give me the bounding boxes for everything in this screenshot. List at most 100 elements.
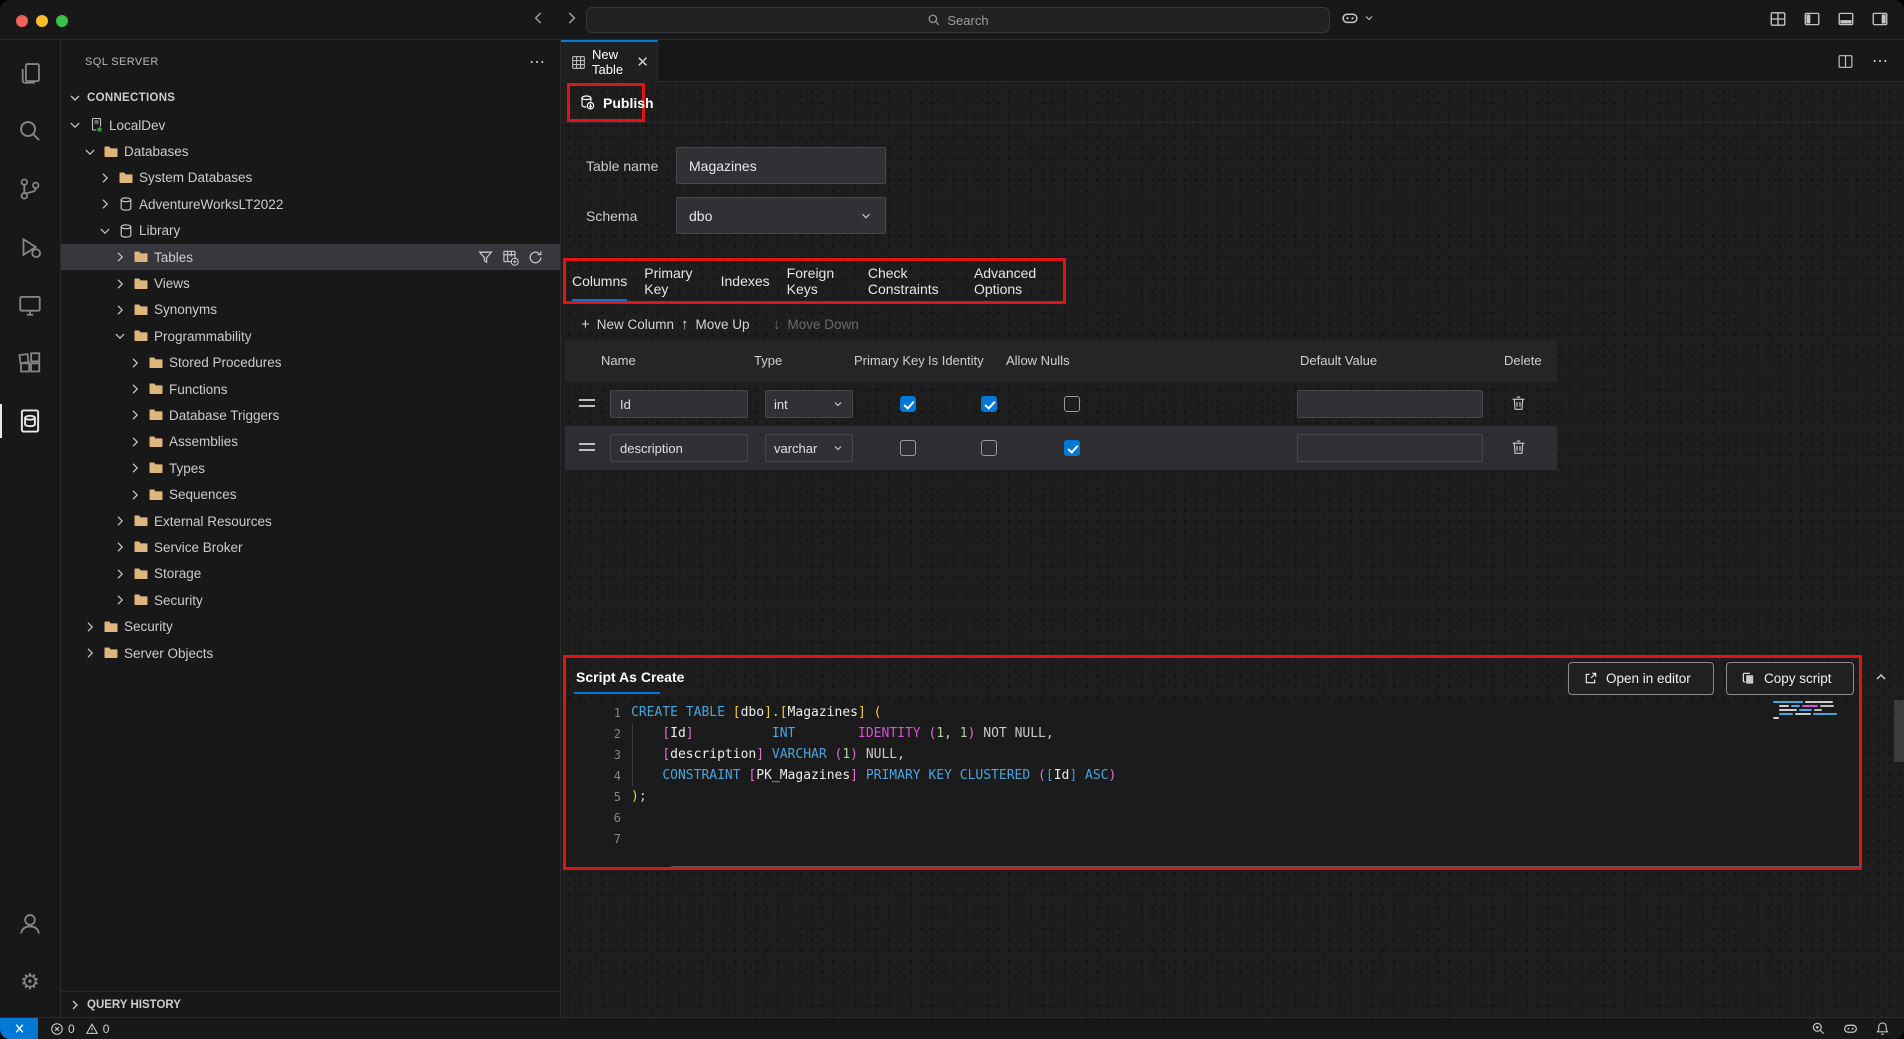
navigate-back-icon[interactable] bbox=[530, 9, 548, 27]
chevron-right-icon[interactable] bbox=[112, 249, 128, 265]
chevron-right-icon[interactable] bbox=[127, 381, 143, 397]
allow-nulls-checkbox[interactable] bbox=[1064, 440, 1080, 456]
new-table-icon[interactable] bbox=[502, 249, 519, 266]
sidebar-item-localdev[interactable]: LocalDev bbox=[61, 112, 560, 138]
chevron-right-icon[interactable] bbox=[97, 196, 113, 212]
move-down-button[interactable]: ↓Move Down bbox=[773, 316, 859, 333]
primary-key-checkbox[interactable] bbox=[900, 440, 916, 456]
new-column-button[interactable]: +New Column bbox=[581, 316, 674, 333]
is-identity-checkbox[interactable] bbox=[981, 396, 997, 412]
sidebar-item-service-broker[interactable]: Service Broker bbox=[61, 534, 560, 560]
chevron-right-icon[interactable] bbox=[112, 513, 128, 529]
sidebar-item-programmability[interactable]: Programmability bbox=[61, 323, 560, 349]
sidebar-item-databases[interactable]: Databases bbox=[61, 138, 560, 164]
open-in-editor-button[interactable]: Open in editor bbox=[1568, 662, 1714, 695]
more-actions-icon[interactable]: ⋯ bbox=[1872, 51, 1888, 71]
close-icon[interactable]: ✕ bbox=[636, 53, 649, 71]
column-name-input[interactable] bbox=[610, 390, 748, 418]
chevron-right-icon[interactable] bbox=[112, 276, 128, 292]
files-icon[interactable] bbox=[0, 44, 61, 102]
tab-new-table[interactable]: New Table ✕ bbox=[561, 40, 658, 82]
schema-dropdown[interactable]: dbo bbox=[676, 197, 886, 234]
minimap[interactable] bbox=[1773, 701, 1853, 721]
chevron-right-icon[interactable] bbox=[82, 619, 98, 635]
default-value-input[interactable] bbox=[1297, 390, 1483, 418]
editor-scrollbar[interactable] bbox=[1894, 700, 1904, 762]
chevron-right-icon[interactable] bbox=[127, 487, 143, 503]
sql-script-code[interactable]: 1CREATE TABLE [dbo].[Magazines] (2 [Id] … bbox=[566, 702, 1845, 849]
delete-row-icon[interactable] bbox=[1510, 439, 1527, 456]
chevron-right-icon[interactable] bbox=[82, 645, 98, 661]
query-history-section-header[interactable]: QUERY HISTORY bbox=[61, 991, 560, 1017]
sidebar-item-assemblies[interactable]: Assemblies bbox=[61, 429, 560, 455]
toggle-panel-icon[interactable] bbox=[1836, 9, 1856, 29]
tab-indexes[interactable]: Indexes bbox=[721, 261, 770, 301]
minimize-window-button[interactable] bbox=[36, 15, 48, 27]
zoom-icon[interactable] bbox=[1811, 1021, 1826, 1036]
split-editor-icon[interactable] bbox=[1837, 53, 1854, 70]
sidebar-item-types[interactable]: Types bbox=[61, 455, 560, 481]
chevron-right-icon[interactable] bbox=[127, 434, 143, 450]
drag-handle-icon[interactable] bbox=[579, 443, 595, 455]
column-name-input[interactable] bbox=[610, 434, 748, 462]
column-type-dropdown[interactable]: int bbox=[765, 390, 853, 418]
chevron-right-icon[interactable] bbox=[112, 539, 128, 555]
toggle-primary-sidebar-icon[interactable] bbox=[1802, 9, 1822, 29]
sql-server-icon[interactable] bbox=[0, 392, 61, 450]
column-type-dropdown[interactable]: varchar bbox=[765, 434, 853, 462]
code-line[interactable]: 2 [Id] INT IDENTITY (1, 1) NOT NULL, bbox=[566, 723, 1845, 744]
sidebar-item-tables[interactable]: Tables bbox=[61, 244, 560, 270]
primary-key-checkbox[interactable] bbox=[900, 396, 916, 412]
remote-indicator[interactable] bbox=[0, 1018, 38, 1039]
run-debug-icon[interactable] bbox=[0, 218, 61, 276]
search-icon[interactable] bbox=[0, 102, 61, 160]
connections-section-header[interactable]: CONNECTIONS bbox=[61, 84, 560, 112]
extensions-icon[interactable] bbox=[0, 334, 61, 392]
settings-gear-icon[interactable]: ⚙ bbox=[0, 953, 61, 1011]
toggle-secondary-sidebar-icon[interactable] bbox=[1870, 9, 1890, 29]
refresh-icon[interactable] bbox=[527, 249, 544, 266]
copy-script-button[interactable]: Copy script bbox=[1726, 662, 1854, 695]
close-window-button[interactable] bbox=[16, 15, 28, 27]
filter-icon[interactable] bbox=[477, 249, 494, 266]
tab-foreign-keys[interactable]: Foreign Keys bbox=[787, 261, 851, 301]
chevron-down-icon[interactable] bbox=[67, 117, 83, 133]
more-actions-icon[interactable]: ⋯ bbox=[529, 52, 546, 72]
chevron-down-icon[interactable] bbox=[82, 144, 98, 160]
problems-indicator[interactable]: 0 0 bbox=[50, 1022, 109, 1036]
chevron-down-icon[interactable] bbox=[97, 223, 113, 239]
chevron-right-icon[interactable] bbox=[112, 302, 128, 318]
code-line[interactable]: 3 [description] VARCHAR (1) NULL, bbox=[566, 744, 1845, 765]
chevron-right-icon[interactable] bbox=[112, 566, 128, 582]
drag-handle-icon[interactable] bbox=[579, 399, 595, 411]
sidebar-item-storage[interactable]: Storage bbox=[61, 561, 560, 587]
copilot-menu[interactable] bbox=[1340, 8, 1375, 28]
chevron-right-icon[interactable] bbox=[127, 407, 143, 423]
default-value-input[interactable] bbox=[1297, 434, 1483, 462]
remote-explorer-icon[interactable] bbox=[0, 276, 61, 334]
is-identity-checkbox[interactable] bbox=[981, 440, 997, 456]
sidebar-item-library[interactable]: Library bbox=[61, 218, 560, 244]
sidebar-item-server-objects[interactable]: Server Objects bbox=[61, 640, 560, 666]
sidebar-item-database-triggers[interactable]: Database Triggers bbox=[61, 402, 560, 428]
code-line[interactable]: 4 CONSTRAINT [PK_Magazines] PRIMARY KEY … bbox=[566, 765, 1845, 786]
tab-primary-key[interactable]: Primary Key bbox=[644, 261, 703, 301]
chevron-right-icon[interactable] bbox=[112, 592, 128, 608]
sidebar-item-synonyms[interactable]: Synonyms bbox=[61, 297, 560, 323]
sidebar-item-adventureworkslt2022[interactable]: AdventureWorksLT2022 bbox=[61, 191, 560, 217]
sidebar-item-external-resources[interactable]: External Resources bbox=[61, 508, 560, 534]
code-line[interactable]: 1CREATE TABLE [dbo].[Magazines] ( bbox=[566, 702, 1845, 723]
source-control-icon[interactable] bbox=[0, 160, 61, 218]
move-up-button[interactable]: ↑Move Up bbox=[681, 316, 750, 333]
delete-row-icon[interactable] bbox=[1510, 395, 1527, 412]
code-line[interactable]: 5); bbox=[566, 786, 1845, 807]
sidebar-item-stored-procedures[interactable]: Stored Procedures bbox=[61, 350, 560, 376]
chevron-down-icon[interactable] bbox=[112, 328, 128, 344]
allow-nulls-checkbox[interactable] bbox=[1064, 396, 1080, 412]
search-input[interactable]: Search bbox=[586, 7, 1330, 33]
sidebar-item-security[interactable]: Security bbox=[61, 587, 560, 613]
tab-advanced-options[interactable]: Advanced Options bbox=[974, 261, 1063, 301]
sidebar-item-views[interactable]: Views bbox=[61, 270, 560, 296]
table-name-input[interactable] bbox=[676, 147, 886, 184]
sidebar-item-security[interactable]: Security bbox=[61, 613, 560, 639]
